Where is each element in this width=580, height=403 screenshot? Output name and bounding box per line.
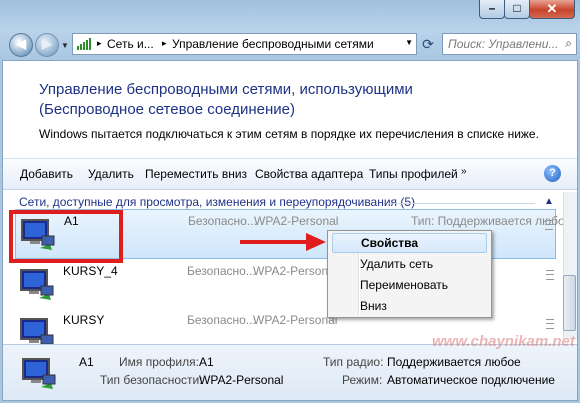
collapse-group-icon[interactable]: ▲ (544, 196, 554, 207)
back-arrow-icon: ◀ (16, 36, 26, 51)
group-header: Сети, доступные для просмотра, изменения… (19, 195, 416, 209)
add-button[interactable]: Добавить (20, 167, 73, 181)
breadcrumb-separator: ▸ (162, 38, 167, 48)
page-title: Управление беспроводными сетями, использ… (39, 81, 413, 118)
move-down-button[interactable]: Переместить вниз (145, 167, 247, 181)
menu-item-remove-network[interactable]: Удалить сеть (332, 254, 487, 274)
help-icon[interactable]: ? (544, 165, 561, 182)
breadcrumb-separator: ▸ (97, 38, 102, 48)
profile-name-label: Имя профиля: (119, 355, 199, 369)
network-name: KURSY (63, 313, 105, 327)
network-name: KURSY_4 (63, 264, 118, 278)
drag-handle-icon[interactable] (546, 319, 554, 329)
drag-handle-icon[interactable] (546, 270, 554, 280)
minimize-icon: – (488, 1, 496, 15)
search-input[interactable]: Поиск: Управлени... ⌕ (442, 33, 577, 55)
close-button[interactable]: ✕ (529, 0, 575, 19)
radio-type-label: Тип радио: (323, 355, 384, 369)
network-security: Безопасно... (188, 214, 257, 228)
adapter-properties-button[interactable]: Свойства адаптера (255, 167, 363, 181)
back-button[interactable]: ◀ (9, 33, 33, 57)
address-bar[interactable]: ▸ Сеть и... ▸ Управление беспроводными с… (72, 33, 417, 55)
menu-item-label: Удалить сеть (360, 257, 434, 271)
annotation-arrow-icon (240, 233, 326, 251)
drag-handle-icon[interactable] (545, 220, 553, 230)
page-description: Windows пытается подключаться к этим сет… (39, 127, 539, 141)
minimize-button[interactable]: – (479, 0, 505, 19)
menu-item-label: Вниз (360, 299, 387, 313)
annotation-highlight-box (9, 210, 123, 263)
forward-button[interactable]: ▶ (35, 33, 59, 57)
profile-types-button[interactable]: Типы профилей (369, 167, 458, 181)
menu-item-properties[interactable]: Свойства (332, 233, 487, 253)
network-auth: WPA2-Personal (254, 214, 339, 228)
details-network-name: A1 (79, 355, 94, 369)
network-security: Безопасно... (187, 264, 256, 278)
wireless-network-icon (22, 358, 56, 389)
scrollbar-thumb[interactable] (563, 275, 576, 331)
address-dropdown-icon[interactable]: ▼ (405, 38, 413, 47)
search-icon[interactable]: ⌕ (565, 36, 572, 51)
security-type-value: WPA2-Personal (199, 373, 284, 387)
more-chevron-icon[interactable]: » (461, 166, 467, 177)
maximize-icon: □ (513, 1, 521, 15)
security-type-label: Тип безопасности: (100, 373, 203, 387)
radio-type-value: Поддерживается любое (387, 355, 521, 369)
network-security: Безопасно... (187, 313, 256, 327)
group-divider (387, 203, 535, 204)
profile-name-value: A1 (199, 355, 214, 369)
mode-value: Автоматическое подключение (387, 373, 555, 387)
forward-arrow-icon: ▶ (42, 36, 52, 51)
search-placeholder: Поиск: Управлени... (448, 37, 559, 51)
close-icon: ✕ (546, 1, 558, 16)
menu-item-label: Переименовать (360, 278, 448, 292)
refresh-icon[interactable]: ⟳ (418, 33, 438, 55)
network-auth: WPA2-Personal (253, 264, 338, 278)
watermark: www.chaynikam.net (432, 333, 575, 350)
menu-item-rename[interactable]: Переименовать (332, 275, 487, 295)
maximize-button[interactable]: □ (504, 0, 530, 19)
breadcrumb-network[interactable]: Сеть и... (107, 37, 154, 51)
menu-item-label: Свойства (361, 236, 419, 250)
menu-item-move-down[interactable]: Вниз (332, 296, 487, 316)
details-pane: A1 Имя профиля: A1 Тип безопасности: WPA… (3, 344, 577, 400)
remove-button[interactable]: Удалить (88, 167, 134, 181)
network-control-panel-icon (77, 38, 93, 50)
breadcrumb-wireless-management[interactable]: Управление беспроводными сетями (172, 37, 374, 51)
wireless-network-icon (20, 269, 54, 300)
network-auth: WPA2-Personal (253, 313, 338, 327)
context-menu: Свойства Удалить сеть Переименовать Вниз (327, 230, 492, 318)
recent-pages-dropdown-icon[interactable]: ▼ (61, 41, 69, 50)
mode-label: Режим: (342, 373, 383, 387)
toolbar: Добавить Удалить Переместить вниз Свойст… (3, 158, 577, 190)
window: – □ ✕ ◀ ▶ ▼ ▸ Сеть и... ▸ Управление бес… (0, 0, 580, 403)
